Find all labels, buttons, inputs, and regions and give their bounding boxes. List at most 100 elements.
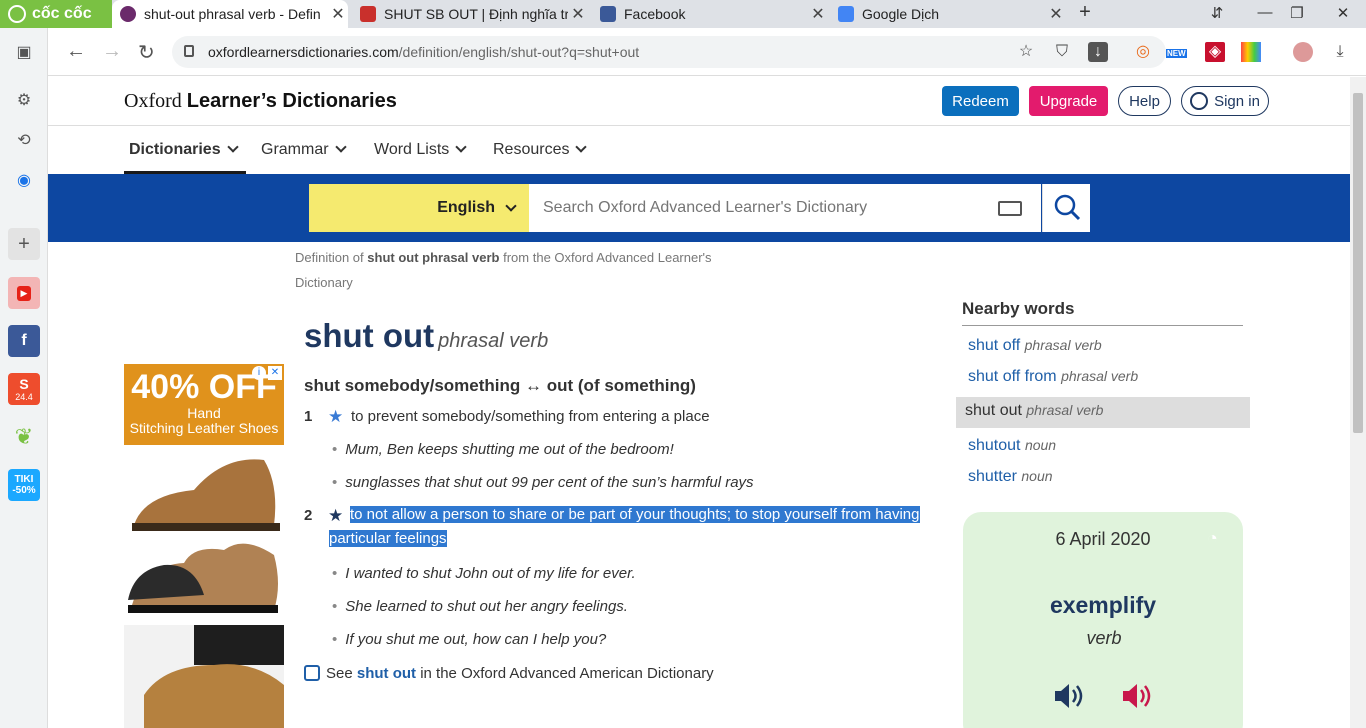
extension-color-icon[interactable] [1241,42,1261,62]
new-tab-icon[interactable]: + [1070,1,1100,24]
downloads-icon[interactable]: ⤓ [1330,42,1350,62]
tiki-label: TIKI [14,474,34,485]
shopee-icon[interactable]: S 24.4 [8,373,40,405]
sign-in-button[interactable]: Sign in [1181,86,1269,116]
close-icon[interactable]: ✕ [328,4,348,24]
coccoc-leaf-icon[interactable]: ❦ [8,421,40,453]
wotd-word[interactable]: exemplify [963,592,1243,619]
advertisement[interactable]: 40% OFF Hand Stitching Leather Shoes i ✕ [124,364,284,728]
tab-search-icon[interactable]: ⇵ [1202,4,1232,22]
sign-in-label: Sign in [1214,92,1260,110]
nearby-item[interactable]: shutout noun [968,437,1056,455]
nearby-words: Nearby words shut off phrasal verb shut … [956,299,1250,485]
extension-red-icon[interactable]: ◈ [1205,42,1225,62]
search-input[interactable] [529,184,1041,232]
example-sentence: sunglasses that shut out 99 per cent of … [332,474,753,491]
extension-new-icon[interactable]: NEW [1166,42,1187,62]
restore-icon[interactable]: ❐ [1282,4,1312,22]
shield-icon[interactable]: ⛉ [1052,42,1072,62]
keyboard-icon[interactable] [998,201,1022,216]
extension-new-badge: NEW [1166,49,1187,58]
sense-number: 1 [304,408,313,425]
nearby-pos: phrasal verb [1024,337,1102,353]
language-label: English [437,199,495,216]
selected-text: particular feelings [329,530,447,547]
redeem-button[interactable]: Redeem [942,86,1019,116]
def-prefix: Definition of [295,250,364,265]
download-page-icon[interactable]: ↓ [1088,42,1108,62]
tab-cambridge[interactable]: SHUT SB OUT | Định nghĩa trong ✕ [352,0,588,28]
sense-definition-selected[interactable]: to not allow a person to share or be par… [329,503,927,551]
sidebar-toggle-icon[interactable]: ▣ [8,36,40,68]
reload-icon[interactable]: ↻ [138,40,155,65]
nav-dictionaries[interactable]: Dictionaries [129,141,239,159]
upgrade-button[interactable]: Upgrade [1029,86,1108,116]
url-path: /definition/english/shut-out?q=shut+out [398,44,640,60]
messenger-icon[interactable]: ◉ [8,164,40,196]
close-icon[interactable]: ✕ [1046,4,1066,24]
chevron-down-icon [455,141,467,153]
tab-title: shut-out phrasal verb - Defin [144,6,321,22]
tab-title: Facebook [624,6,686,22]
extension-chrome-icon[interactable]: ◎ [1133,42,1153,62]
tab-oxford[interactable]: shut-out phrasal verb - Defin ✕ [112,0,348,28]
youtube-icon[interactable]: ▶ [8,277,40,309]
tab-facebook[interactable]: Facebook ✕ [592,0,828,28]
nav-label: Resources [493,141,570,158]
search-icon [1054,194,1081,221]
oxford-favicon-icon [120,6,136,22]
help-button[interactable]: Help [1118,86,1171,116]
site-logo[interactable]: Oxford Learner’s Dictionaries [124,90,397,113]
bookmark-star-icon[interactable]: ☆ [1016,42,1036,62]
scrollbar-thumb[interactable] [1353,93,1363,433]
page-viewport: Oxford Learner’s Dictionaries Redeem Upg… [48,77,1350,728]
close-icon[interactable]: ✕ [568,4,588,24]
nearby-item[interactable]: shutter noun [968,468,1053,486]
ad-info-icon[interactable]: i [252,366,266,380]
example-sentence: She learned to shut out her angry feelin… [332,598,628,615]
window-close-icon[interactable]: ✕ [1328,4,1358,22]
rss-icon[interactable]: ◔ [1207,528,1218,549]
external-link-icon [304,665,320,681]
profile-avatar[interactable] [1293,42,1313,62]
nearby-word: shut off [968,337,1021,354]
nearby-item-current[interactable]: shut out phrasal verb [956,397,1250,428]
close-icon[interactable]: ✕ [808,4,828,24]
def-term: shut out phrasal verb [367,250,500,265]
language-select[interactable]: English [309,184,529,232]
minimize-icon[interactable]: — [1250,4,1280,21]
nearby-word: shut out [965,402,1022,419]
search-button[interactable] [1042,184,1090,232]
phrasal-pattern: shut somebody/something ↔ out (of someth… [304,376,696,395]
see-also-link[interactable]: See shut out in the Oxford Advanced Amer… [304,662,714,682]
headword-pos: phrasal verb [438,330,549,352]
address-bar[interactable]: oxfordlearnersdictionaries.com/definitio… [172,36,1166,68]
ad-close-icon[interactable]: ✕ [268,366,282,380]
nav-grammar[interactable]: Grammar [261,141,347,159]
audio-us-icon[interactable] [1121,682,1153,710]
forward-arrow-icon[interactable]: → [102,40,122,63]
nearby-pos: noun [1021,468,1053,484]
see-term: shut out [356,665,417,682]
nav-word-lists[interactable]: Word Lists [374,141,467,159]
history-icon[interactable]: ⟲ [8,124,40,156]
example-sentence: If you shut me out, how can I help you? [332,631,606,648]
google-translate-favicon-icon [838,6,854,22]
nearby-item[interactable]: shut off from phrasal verb [968,368,1138,386]
wotd-pos: verb [1086,628,1122,648]
tiki-icon[interactable]: TIKI -50% [8,469,40,501]
audio-uk-icon[interactable] [1053,682,1085,710]
back-arrow-icon[interactable]: ← [66,40,86,63]
sense-definition: to prevent somebody/something from enter… [351,408,710,425]
add-panel-icon[interactable]: + [8,228,40,260]
nearby-item[interactable]: shut off phrasal verb [968,337,1102,355]
tab-google-translate[interactable]: Google Dịch ✕ [830,0,1066,28]
facebook-icon[interactable]: f [8,325,40,357]
example-sentence: Mum, Ben keeps shutting me out of the be… [332,441,674,458]
selected-text: to not allow a person to share or be par… [350,506,920,523]
coccoc-menu-button[interactable]: cốc cốc [0,0,112,28]
nav-resources[interactable]: Resources [493,141,588,159]
settings-gear-icon[interactable]: ⚙ [8,84,40,116]
page-scrollbar[interactable] [1350,77,1366,728]
chevron-down-icon [505,200,517,212]
